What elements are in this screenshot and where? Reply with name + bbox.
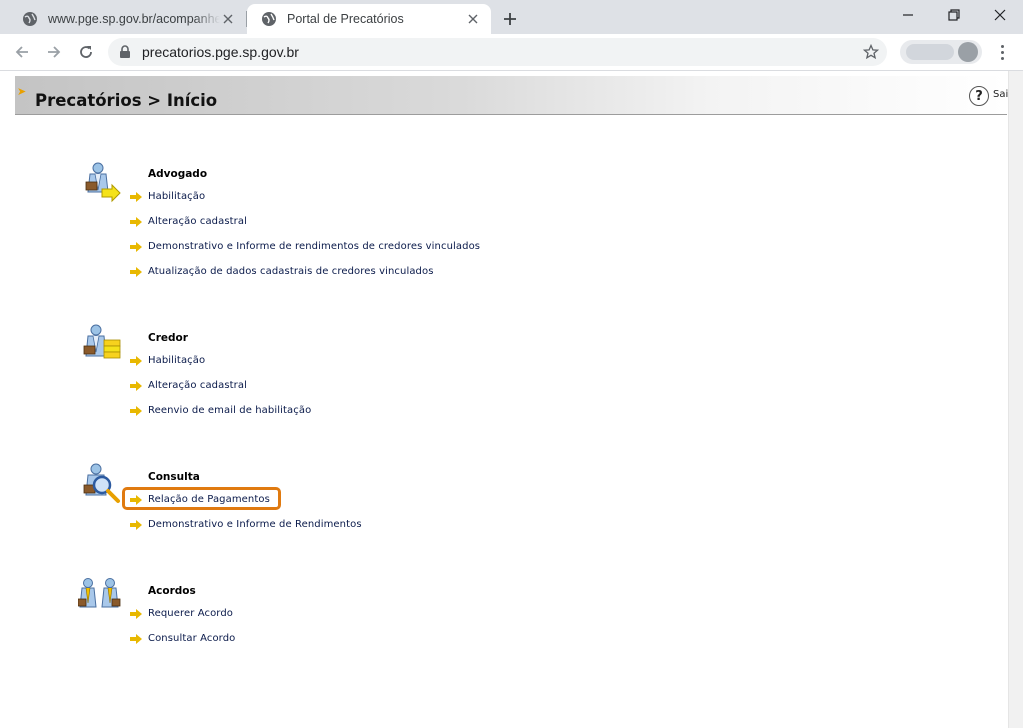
creditor-icon <box>83 324 121 359</box>
arrow-right-icon <box>130 494 142 505</box>
header-bullet-icon: ➤ <box>17 85 27 98</box>
scrollbar[interactable] <box>1008 71 1023 728</box>
kebab-menu-icon[interactable] <box>992 40 1012 64</box>
arrow-right-icon <box>130 608 142 619</box>
link-consultar-acordo[interactable]: Consultar Acordo <box>148 633 235 644</box>
star-icon[interactable] <box>863 44 879 60</box>
list-item: Requerer Acordo <box>130 601 235 626</box>
list-item: Alteração cadastral <box>130 373 311 398</box>
agreement-icon <box>78 578 121 608</box>
link-list: Relação de Pagamentos Demonstrativo e In… <box>122 487 362 537</box>
link-demonstrativo-rendimentos[interactable]: Demonstrativo e Informe de Rendimentos <box>148 519 362 530</box>
reload-icon[interactable] <box>72 38 100 66</box>
link-atualizacao-dados-credores[interactable]: Atualização de dados cadastrais de credo… <box>148 266 434 277</box>
tab-close-icon[interactable] <box>220 11 236 27</box>
list-item: Atualização de dados cadastrais de credo… <box>130 259 480 284</box>
help-icon[interactable]: ? <box>969 86 989 106</box>
section-title: Advogado <box>148 168 208 180</box>
lock-icon <box>120 45 130 58</box>
browser-tab-bar: www.pge.sp.gov.br/acompanhe/p Portal de … <box>0 0 1023 34</box>
arrow-right-icon <box>130 519 142 530</box>
browser-toolbar: precatorios.pge.sp.gov.br <box>0 34 1023 71</box>
list-item: Alteração cadastral <box>130 209 480 234</box>
list-item: Demonstrativo e Informe de Rendimentos <box>130 512 362 537</box>
page-title: Precatórios > Início <box>35 91 218 110</box>
list-item: Habilitação <box>130 184 480 209</box>
profile-button[interactable] <box>900 40 982 64</box>
new-tab-icon[interactable] <box>498 7 522 31</box>
link-habilitacao-credor[interactable]: Habilitação <box>148 355 205 366</box>
link-list: Habilitação Alteração cadastral Reenvio … <box>130 348 311 423</box>
tab-title: Portal de Precatórios <box>287 12 404 26</box>
list-item: Habilitação <box>130 348 311 373</box>
list-item: Reenvio de email de habilitação <box>130 398 311 423</box>
minimize-icon[interactable] <box>885 0 931 30</box>
link-alteracao-cadastral-credor[interactable]: Alteração cadastral <box>148 380 247 391</box>
link-demonstrativo-credores-vinculados[interactable]: Demonstrativo e Informe de rendimentos d… <box>148 241 480 252</box>
arrow-right-icon <box>130 216 142 227</box>
browser-tab-active[interactable]: Portal de Precatórios <box>247 4 491 34</box>
list-item: Demonstrativo e Informe de rendimentos d… <box>130 234 480 259</box>
section-title: Consulta <box>148 471 200 483</box>
arrow-right-icon <box>130 191 142 202</box>
arrow-right-icon <box>130 380 142 391</box>
browser-tab[interactable]: www.pge.sp.gov.br/acompanhe/p <box>8 4 246 34</box>
arrow-right-icon <box>130 405 142 416</box>
link-reenvio-email[interactable]: Reenvio de email de habilitação <box>148 405 311 416</box>
tab-close-icon[interactable] <box>465 11 481 27</box>
globe-icon <box>23 12 37 26</box>
page-header: ➤ Precatórios > Início ? Sair <box>15 76 1012 115</box>
page-viewport: ➤ Precatórios > Início ? Sair Advogado H… <box>0 71 1023 728</box>
arrow-right-icon <box>130 633 142 644</box>
address-bar[interactable]: precatorios.pge.sp.gov.br <box>108 38 887 66</box>
arrow-right-icon <box>130 241 142 252</box>
list-item: Consultar Acordo <box>130 626 235 651</box>
link-habilitacao-advogado[interactable]: Habilitação <box>148 191 205 202</box>
lawyer-icon <box>85 162 121 203</box>
section-title: Credor <box>148 332 188 344</box>
url-text: precatorios.pge.sp.gov.br <box>142 44 299 60</box>
back-icon[interactable] <box>8 38 36 66</box>
forward-icon[interactable] <box>40 38 68 66</box>
close-window-icon[interactable] <box>977 0 1023 30</box>
globe-icon <box>262 12 276 26</box>
avatar <box>958 42 978 62</box>
profile-name-blurred <box>906 44 954 60</box>
search-person-icon <box>83 463 120 503</box>
tab-title: www.pge.sp.gov.br/acompanhe/p <box>48 12 220 26</box>
link-list: Requerer Acordo Consultar Acordo <box>130 601 235 651</box>
arrow-right-icon <box>130 266 142 277</box>
restore-icon[interactable] <box>931 0 977 30</box>
section-title: Acordos <box>148 585 196 597</box>
link-alteracao-cadastral-advogado[interactable]: Alteração cadastral <box>148 216 247 227</box>
arrow-right-icon <box>130 355 142 366</box>
link-requerer-acordo[interactable]: Requerer Acordo <box>148 608 233 619</box>
link-relacao-pagamentos[interactable]: Relação de Pagamentos <box>148 494 270 505</box>
link-list: Habilitação Alteração cadastral Demonstr… <box>130 184 480 284</box>
list-item: Relação de Pagamentos <box>122 487 362 512</box>
